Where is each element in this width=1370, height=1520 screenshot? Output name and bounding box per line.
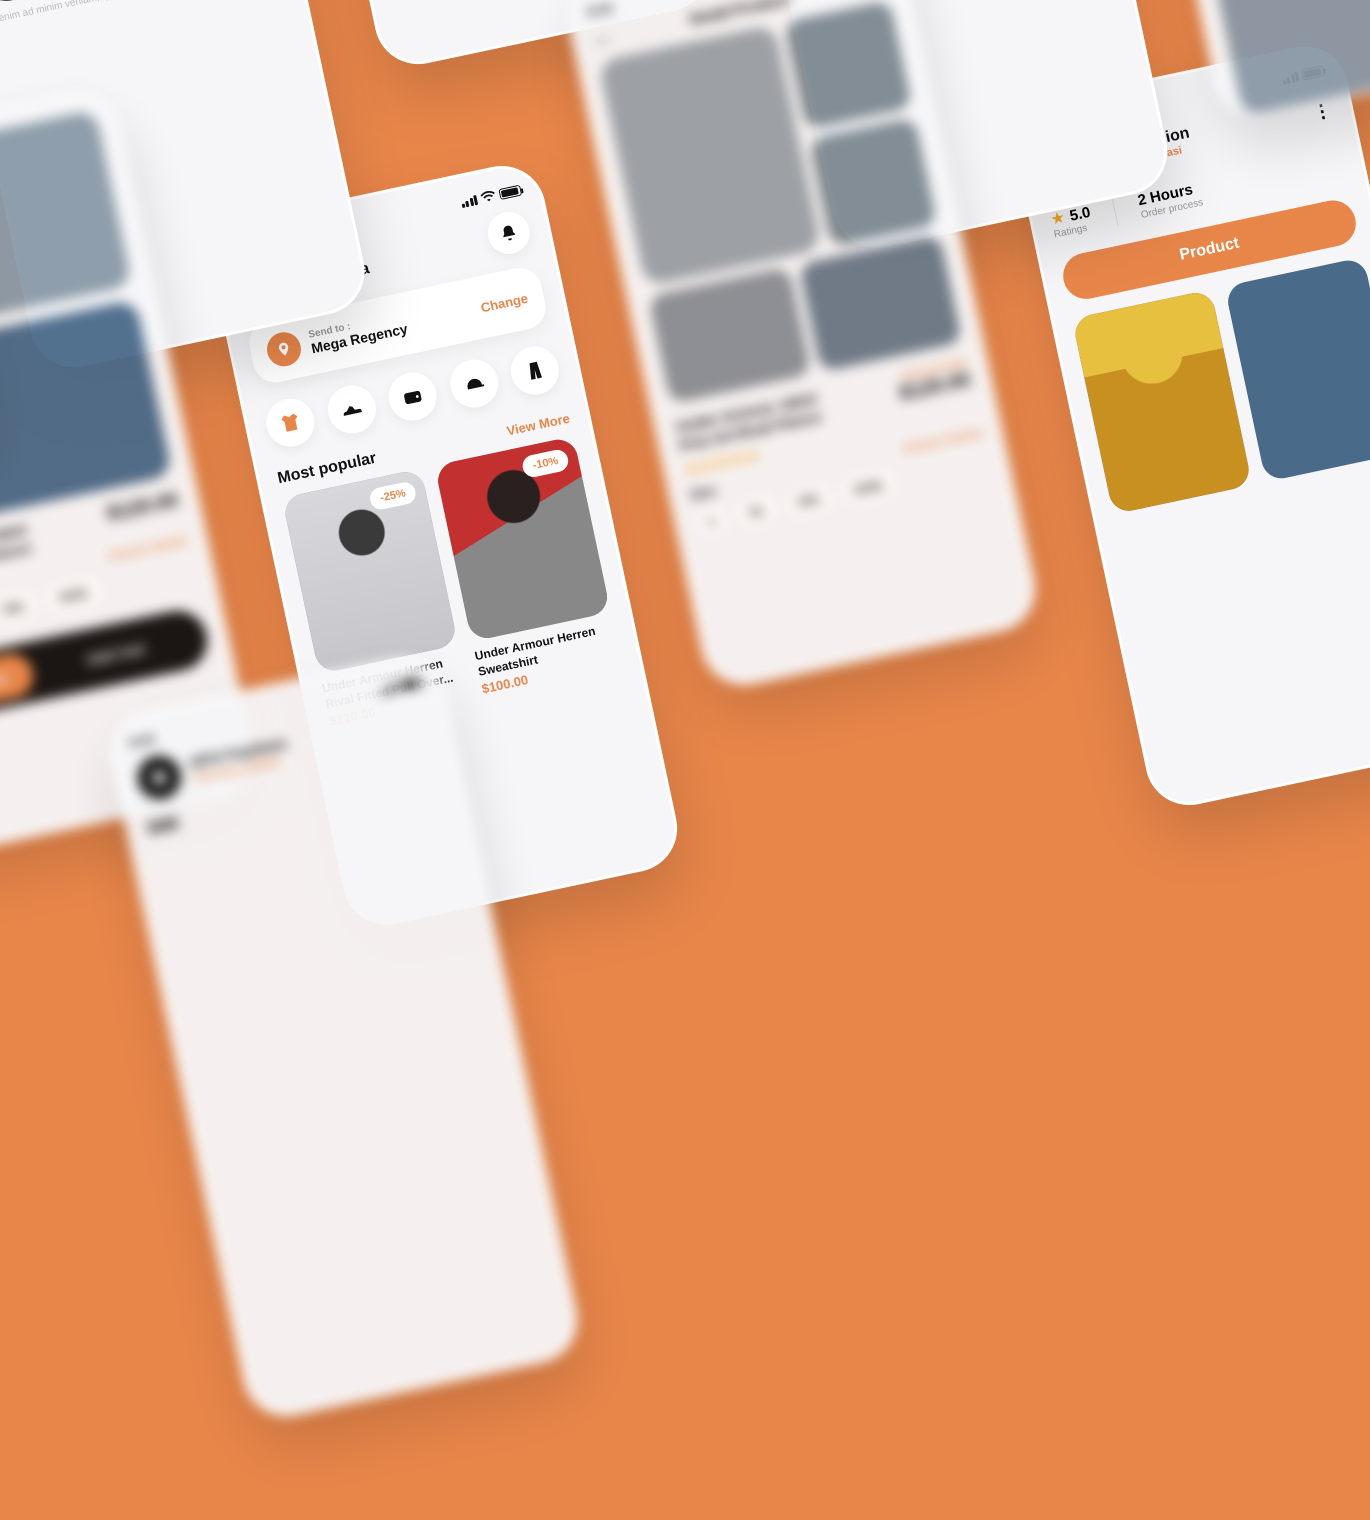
product-card[interactable]: -10% Under Armour Herren Sweatshirt $100… — [434, 436, 622, 697]
location-pin-icon — [264, 329, 304, 369]
bell-icon — [498, 222, 519, 243]
view-more-link[interactable]: View More — [505, 410, 571, 438]
category-shoe[interactable] — [323, 381, 380, 438]
category-hat[interactable] — [445, 355, 502, 412]
back-icon[interactable]: ← — [591, 25, 615, 52]
battery-icon — [498, 185, 522, 200]
signal-icon — [460, 194, 478, 207]
pd-lorem: Ut enim ad minim veniam, quis nostrud — [0, 0, 279, 27]
wifi-icon — [479, 188, 497, 206]
product-card[interactable] — [1072, 289, 1252, 514]
category-shirt[interactable] — [262, 394, 319, 451]
category-pants[interactable] — [506, 342, 563, 399]
notification-button[interactable] — [484, 208, 534, 258]
category-wallet[interactable] — [384, 368, 441, 425]
change-link[interactable]: Change — [479, 290, 529, 315]
product-card[interactable] — [1224, 257, 1370, 482]
